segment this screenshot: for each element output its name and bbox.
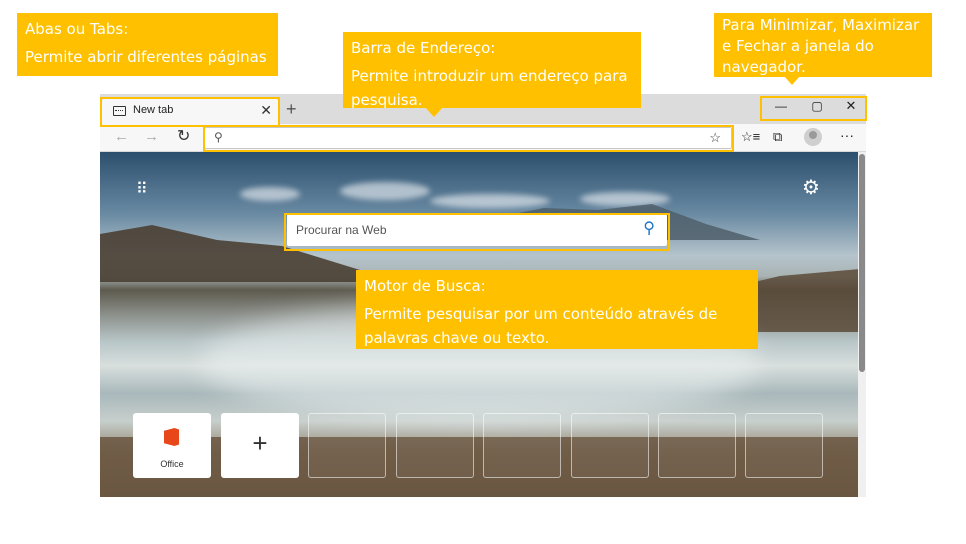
callout-address-bar: Barra de Endereço: Permite introduzir um… bbox=[343, 32, 641, 117]
office-icon bbox=[164, 428, 179, 446]
quick-link-office[interactable]: Office bbox=[133, 413, 211, 478]
quick-link-placeholder bbox=[483, 413, 561, 478]
highlight-web-search bbox=[284, 213, 670, 251]
callout-title: Para Minimizar, Maximizar e Fechar a jan… bbox=[722, 16, 920, 76]
slide: New tab ✕ + — ▢ ✕ ← → ↻ ⚲ ☆ ☆≡ ⧉ ··· ⠿ ⚙… bbox=[0, 0, 966, 544]
highlight-address-bar bbox=[203, 125, 734, 152]
callout-title: Barra de Endereço: bbox=[351, 39, 496, 57]
scrollbar[interactable] bbox=[858, 152, 866, 497]
new-tab-button[interactable]: + bbox=[286, 99, 297, 119]
quick-link-placeholder bbox=[745, 413, 823, 478]
quick-link-placeholder bbox=[396, 413, 474, 478]
background-cloud bbox=[430, 194, 550, 208]
quick-link-placeholder bbox=[308, 413, 386, 478]
forward-button[interactable]: → bbox=[144, 128, 159, 146]
callout-desc: Permite introduzir um endereço para pesq… bbox=[351, 67, 628, 109]
quick-link-placeholder bbox=[658, 413, 736, 478]
highlight-window-controls bbox=[760, 96, 867, 121]
more-menu-icon[interactable]: ··· bbox=[840, 127, 854, 143]
callout-desc: Permite pesquisar por um conteúdo atravé… bbox=[364, 305, 718, 347]
highlight-tabs bbox=[100, 97, 280, 127]
reload-button[interactable]: ↻ bbox=[177, 128, 190, 146]
back-button[interactable]: ← bbox=[114, 128, 129, 146]
callout-window-controls: Para Minimizar, Maximizar e Fechar a jan… bbox=[714, 13, 932, 85]
background-cloud bbox=[340, 182, 430, 200]
callout-search-engine: Motor de Busca: Permite pesquisar por um… bbox=[356, 270, 758, 349]
background-cloud bbox=[580, 192, 670, 206]
quick-link-label: Office bbox=[160, 459, 184, 469]
callout-title: Motor de Busca: bbox=[364, 277, 486, 295]
favorites-icon[interactable]: ☆≡ bbox=[741, 129, 760, 145]
callout-title: Abas ou Tabs: bbox=[25, 20, 129, 38]
background-cloud bbox=[240, 187, 300, 201]
add-quick-link-button[interactable]: + bbox=[221, 413, 299, 478]
collections-icon[interactable]: ⧉ bbox=[773, 129, 782, 145]
plus-icon: + bbox=[252, 428, 268, 458]
apps-grid-icon[interactable]: ⠿ bbox=[136, 182, 148, 198]
callout-tabs: Abas ou Tabs: Permite abrir diferentes p… bbox=[17, 13, 278, 76]
settings-gear-icon[interactable]: ⚙ bbox=[802, 178, 820, 198]
callout-desc: Permite abrir diferentes páginas bbox=[25, 48, 267, 66]
quick-link-placeholder bbox=[571, 413, 649, 478]
scrollbar-thumb[interactable] bbox=[859, 154, 865, 372]
avatar[interactable] bbox=[804, 128, 822, 146]
